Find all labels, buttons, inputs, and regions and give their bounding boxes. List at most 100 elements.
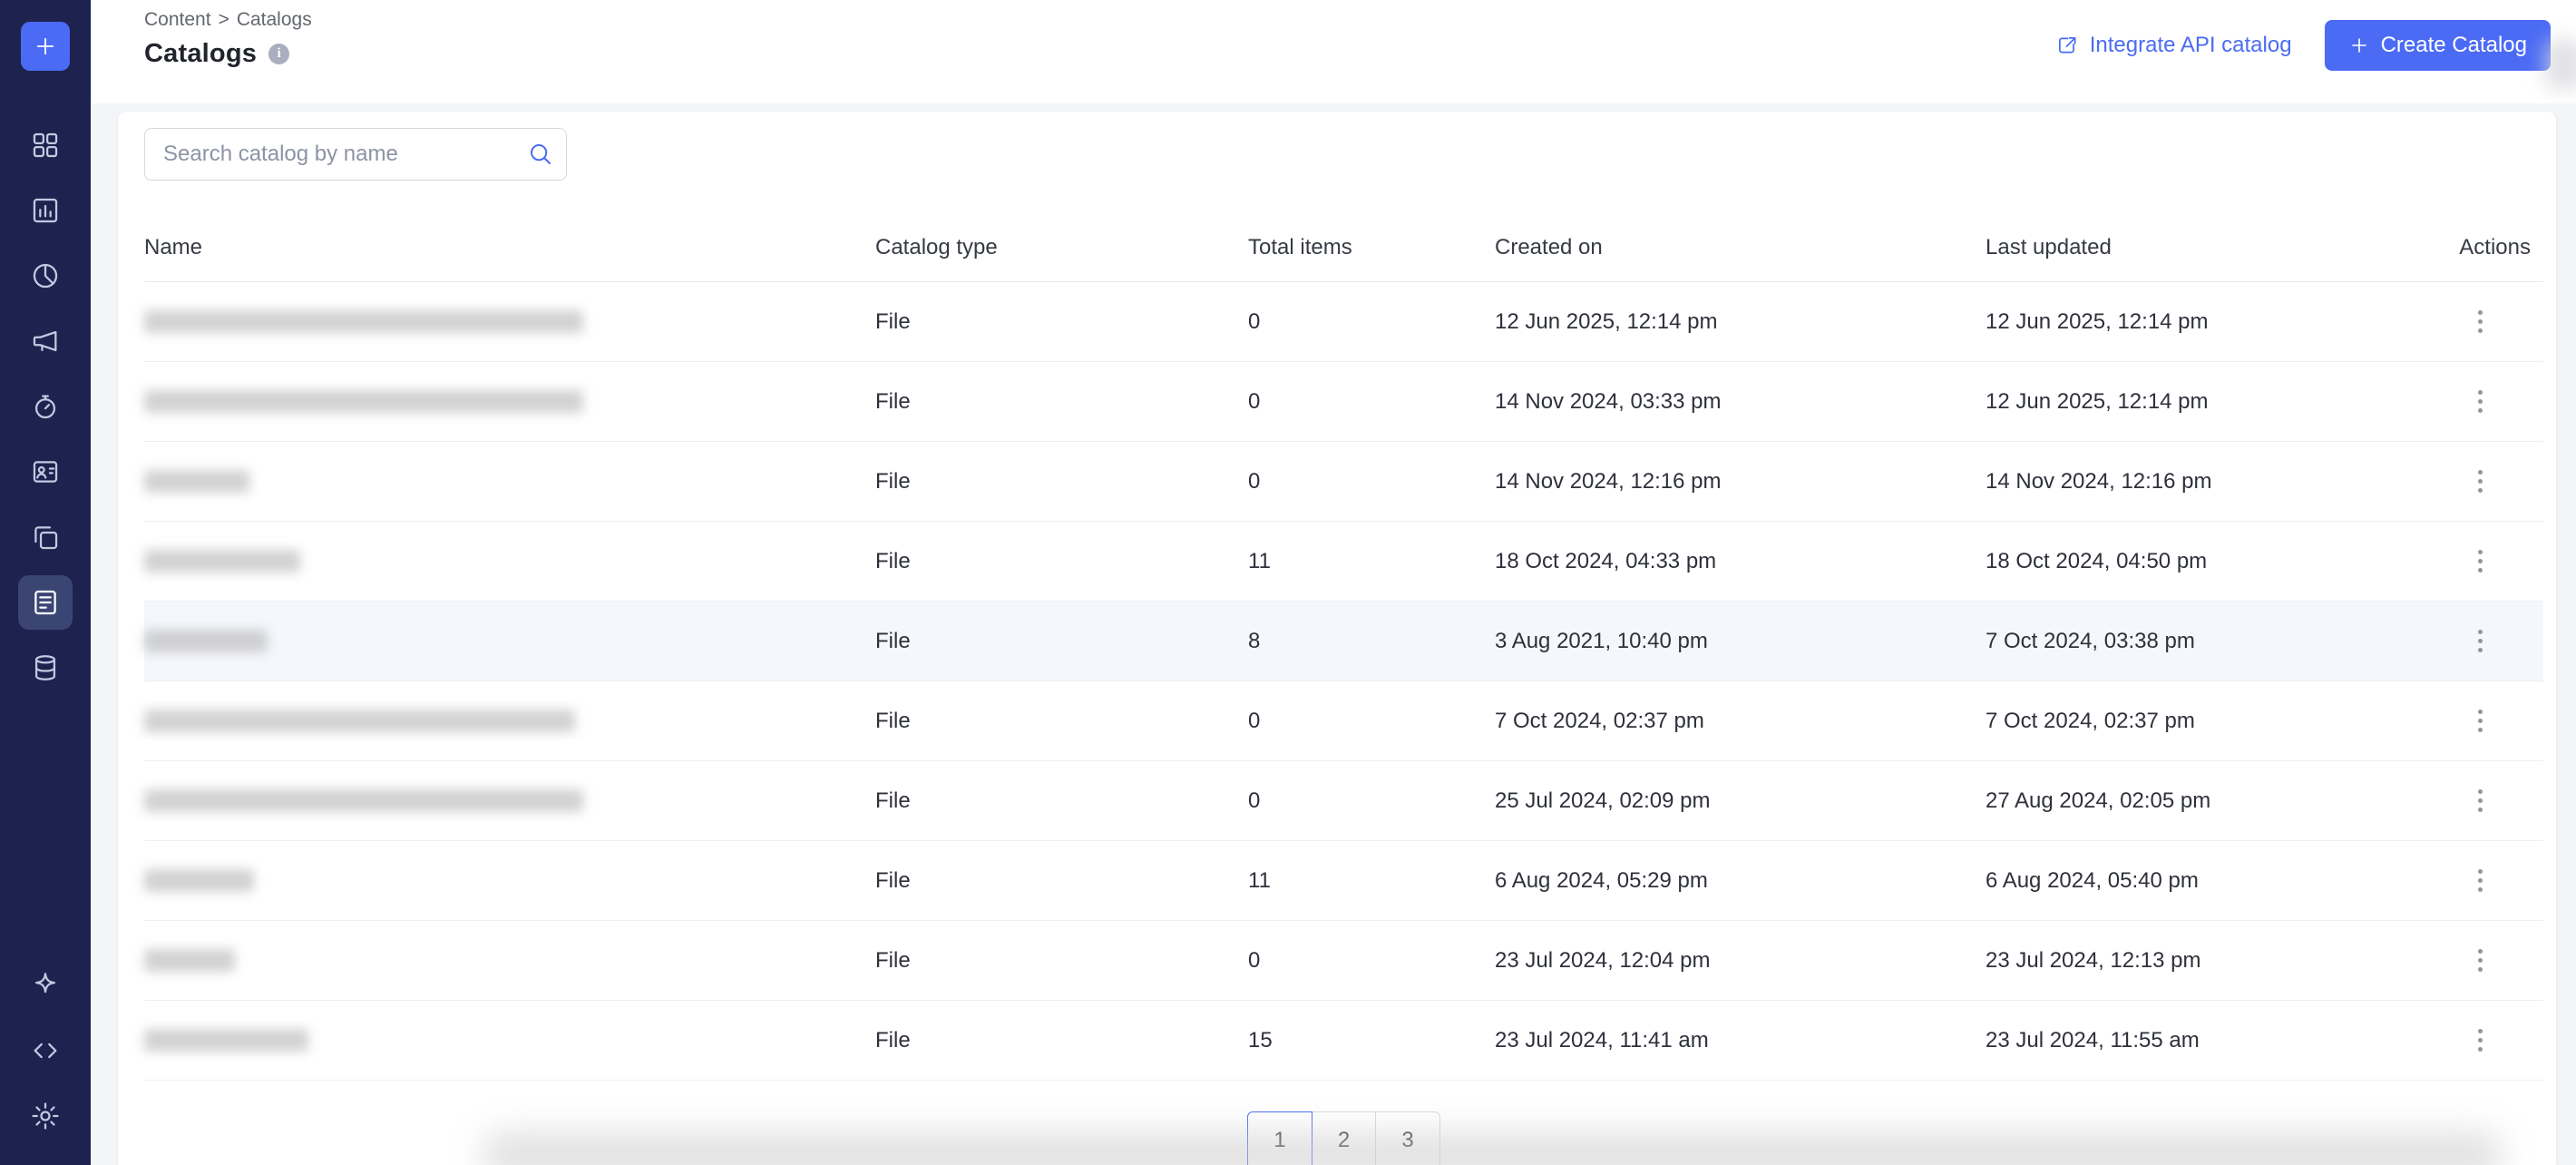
external-link-icon bbox=[2055, 34, 2079, 57]
sidebar-item-segments[interactable] bbox=[16, 243, 74, 308]
sidebar-nav bbox=[16, 113, 74, 700]
table-row[interactable]: File 0 12 Jun 2025, 12:14 pm 12 Jun 2025, 1… bbox=[144, 282, 2543, 362]
pagination: 123 bbox=[144, 1111, 2543, 1165]
integrate-api-catalog-label: Integrate API catalog bbox=[2089, 33, 2292, 57]
row-actions-menu-button[interactable] bbox=[2460, 382, 2500, 422]
sidebar-item-analytics[interactable] bbox=[16, 178, 74, 243]
page-header: Content > Catalogs Catalogs i Integrate … bbox=[91, 0, 2576, 103]
plus-icon bbox=[33, 34, 58, 59]
table-row[interactable]: File 15 23 Jul 2024, 11:41 am 23 Jul 2024, … bbox=[144, 1001, 2543, 1081]
sidebar-item-audience[interactable] bbox=[16, 439, 74, 504]
row-actions-menu-button[interactable] bbox=[2460, 302, 2500, 342]
kebab-dot bbox=[2477, 878, 2483, 883]
stopwatch-icon bbox=[30, 391, 61, 422]
breadcrumb-item-content[interactable]: Content bbox=[144, 9, 211, 31]
kebab-dot bbox=[2477, 399, 2483, 404]
sidebar bbox=[0, 0, 91, 1165]
row-actions-menu-button[interactable] bbox=[2460, 861, 2500, 901]
table-row[interactable]: File 0 25 Jul 2024, 02:09 pm 27 Aug 2024, 0… bbox=[144, 761, 2543, 841]
content-area: Name Catalog type Total items Created on Las… bbox=[91, 103, 2576, 1165]
kebab-dot bbox=[2477, 559, 2483, 563]
last-updated-cell: 23 Jul 2024, 12:13 pm bbox=[1986, 947, 2201, 973]
app-root: Content > Catalogs Catalogs i Integrate … bbox=[0, 0, 2576, 1165]
row-actions-menu-button[interactable] bbox=[2460, 462, 2500, 502]
actions-cell bbox=[2394, 1021, 2543, 1061]
pagination-page-3[interactable]: 3 bbox=[1375, 1111, 1440, 1165]
last-updated-cell: 7 Oct 2024, 02:37 pm bbox=[1986, 708, 2195, 733]
create-catalog-button[interactable]: Create Catalog bbox=[2324, 20, 2551, 71]
table-row[interactable]: File 0 23 Jul 2024, 12:04 pm 23 Jul 2024, 1… bbox=[144, 921, 2543, 1001]
page-title: Catalogs bbox=[144, 39, 258, 68]
sidebar-item-dashboard[interactable] bbox=[16, 113, 74, 178]
catalog-name-cell bbox=[144, 1029, 875, 1052]
pagination-page-1[interactable]: 1 bbox=[1247, 1111, 1312, 1165]
row-actions-menu-button[interactable] bbox=[2460, 781, 2500, 821]
catalog-name-cell bbox=[144, 789, 875, 812]
contact-card-icon bbox=[30, 456, 61, 487]
sidebar-item-templates[interactable] bbox=[16, 504, 74, 570]
create-catalog-label: Create Catalog bbox=[2380, 33, 2527, 57]
row-actions-menu-button[interactable] bbox=[2460, 701, 2500, 741]
row-actions-menu-button[interactable] bbox=[2460, 542, 2500, 582]
redacted-catalog-name bbox=[144, 470, 249, 493]
redacted-catalog-name bbox=[144, 869, 254, 892]
info-icon[interactable]: i bbox=[268, 44, 290, 64]
kebab-dot bbox=[2477, 798, 2483, 803]
table-row[interactable]: File 11 6 Aug 2024, 05:29 pm 6 Aug 2024, 05… bbox=[144, 841, 2543, 921]
breadcrumb-item-catalogs: Catalogs bbox=[236, 9, 312, 30]
sidebar-item-content[interactable] bbox=[16, 570, 74, 635]
kebab-dot bbox=[2477, 319, 2483, 324]
redacted-catalog-name bbox=[144, 1029, 308, 1052]
sidebar-item-data[interactable] bbox=[16, 635, 74, 700]
database-icon bbox=[30, 652, 61, 683]
row-actions-menu-button[interactable] bbox=[2460, 941, 2500, 981]
kebab-dot bbox=[2477, 630, 2483, 634]
kebab-dot bbox=[2477, 789, 2483, 794]
kebab-dot bbox=[2477, 470, 2483, 475]
sidebar-item-settings[interactable] bbox=[16, 1083, 74, 1149]
pagination-page-2[interactable]: 2 bbox=[1311, 1111, 1377, 1165]
add-button[interactable] bbox=[21, 22, 70, 71]
kebab-dot bbox=[2477, 1038, 2483, 1043]
catalogs-card: Name Catalog type Total items Created on Las… bbox=[118, 112, 2556, 1165]
created-on-cell: 14 Nov 2024, 12:16 pm bbox=[1495, 468, 1722, 494]
actions-cell bbox=[2394, 701, 2543, 741]
column-header-total-items: Total items bbox=[1248, 234, 1352, 259]
sidebar-item-developer[interactable] bbox=[16, 1018, 74, 1083]
table-row[interactable]: File 11 18 Oct 2024, 04:33 pm 18 Oct 2024, … bbox=[144, 522, 2543, 602]
table-row[interactable]: File 8 3 Aug 2021, 10:40 pm 7 Oct 2024, 03:… bbox=[144, 602, 2543, 681]
dashboard-icon bbox=[30, 130, 61, 161]
table-row[interactable]: File 0 14 Nov 2024, 12:16 pm 14 Nov 2024, 1… bbox=[144, 442, 2543, 522]
kebab-dot bbox=[2477, 328, 2483, 333]
created-on-cell: 6 Aug 2024, 05:29 pm bbox=[1495, 867, 1708, 893]
sidebar-item-campaigns[interactable] bbox=[16, 308, 74, 374]
row-actions-menu-button[interactable] bbox=[2460, 1021, 2500, 1061]
integrate-api-catalog-link[interactable]: Integrate API catalog bbox=[2055, 33, 2292, 58]
gear-icon bbox=[30, 1101, 61, 1131]
last-updated-cell: 14 Nov 2024, 12:16 pm bbox=[1986, 468, 2212, 494]
sidebar-item-journeys[interactable] bbox=[16, 374, 74, 439]
table-header: Name Catalog type Total items Created on Las… bbox=[144, 213, 2543, 282]
table-row[interactable]: File 0 14 Nov 2024, 03:33 pm 12 Jun 2025, 1… bbox=[144, 362, 2543, 442]
redacted-catalog-name bbox=[144, 550, 300, 573]
created-on-cell: 12 Jun 2025, 12:14 pm bbox=[1495, 308, 1718, 334]
catalog-name-cell bbox=[144, 630, 875, 652]
breadcrumb-separator: > bbox=[218, 9, 229, 30]
created-on-cell: 23 Jul 2024, 11:41 am bbox=[1495, 1027, 1709, 1052]
table-row[interactable]: File 0 7 Oct 2024, 02:37 pm 7 Oct 2024, 02:… bbox=[144, 681, 2543, 761]
sidebar-item-ai-assistant[interactable] bbox=[16, 953, 74, 1018]
last-updated-cell: 27 Aug 2024, 02:05 pm bbox=[1986, 788, 2211, 813]
column-header-catalog-type: Catalog type bbox=[875, 234, 998, 259]
search-input[interactable] bbox=[144, 128, 567, 181]
created-on-cell: 3 Aug 2021, 10:40 pm bbox=[1495, 628, 1708, 653]
row-actions-menu-button[interactable] bbox=[2460, 622, 2500, 661]
column-header-last-updated: Last updated bbox=[1986, 234, 2112, 259]
catalog-type-cell: File bbox=[875, 867, 911, 893]
last-updated-cell: 23 Jul 2024, 11:55 am bbox=[1986, 1027, 2200, 1052]
catalog-type-cell: File bbox=[875, 708, 911, 733]
catalog-type-cell: File bbox=[875, 628, 911, 653]
last-updated-cell: 12 Jun 2025, 12:14 pm bbox=[1986, 388, 2209, 414]
kebab-dot bbox=[2477, 728, 2483, 732]
kebab-dot bbox=[2477, 949, 2483, 954]
catalog-name-cell bbox=[144, 550, 875, 573]
